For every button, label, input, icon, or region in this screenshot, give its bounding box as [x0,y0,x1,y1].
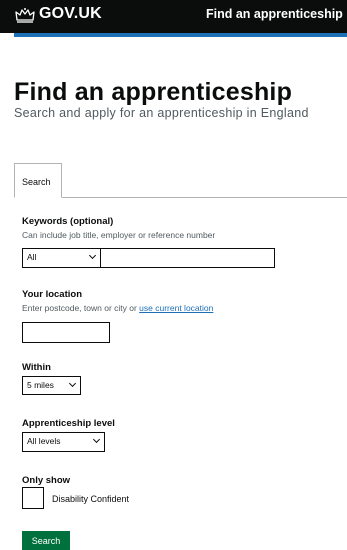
keywords-category-select[interactable]: All [22,248,101,268]
govuk-logo-link[interactable]: GOV.UK [39,5,102,23]
search-button[interactable]: Search [22,531,70,550]
chevron-down-icon [92,435,101,444]
service-name-link[interactable]: Find an apprenticeship [206,7,343,21]
crown-icon [15,8,35,23]
tab-search[interactable]: Search [14,163,62,198]
keywords-category-value: All [27,252,37,262]
within-select[interactable]: 5 miles [22,376,81,395]
location-input[interactable] [22,322,110,343]
only-show-label: Only show [22,475,71,486]
level-select[interactable]: All levels [22,432,105,452]
use-current-location-link[interactable]: use current location [139,303,213,313]
tabs-divider [14,197,347,198]
disability-confident-label[interactable]: Disability Confident [52,494,129,504]
level-value: All levels [27,436,61,446]
page-subtitle: Search and apply for an apprenticeship i… [14,106,309,120]
chevron-down-icon [88,251,97,260]
level-label: Apprenticeship level [22,418,115,429]
keywords-input[interactable] [100,248,275,268]
keywords-hint: Can include job title, employer or refer… [22,230,216,240]
location-hint: Enter postcode, town or city or use curr… [22,303,213,313]
chevron-down-icon [68,379,77,388]
disability-confident-checkbox[interactable] [22,487,44,509]
location-label: Your location [22,289,82,300]
within-label: Within [22,362,51,373]
keywords-label: Keywords (optional) [22,216,114,227]
header-stripe [14,33,347,37]
within-value: 5 miles [27,380,54,390]
govuk-header: GOV.UK Find an apprenticeship [0,0,347,33]
page-title: Find an apprenticeship [14,78,293,106]
location-hint-text: Enter postcode, town or city or [22,303,140,313]
